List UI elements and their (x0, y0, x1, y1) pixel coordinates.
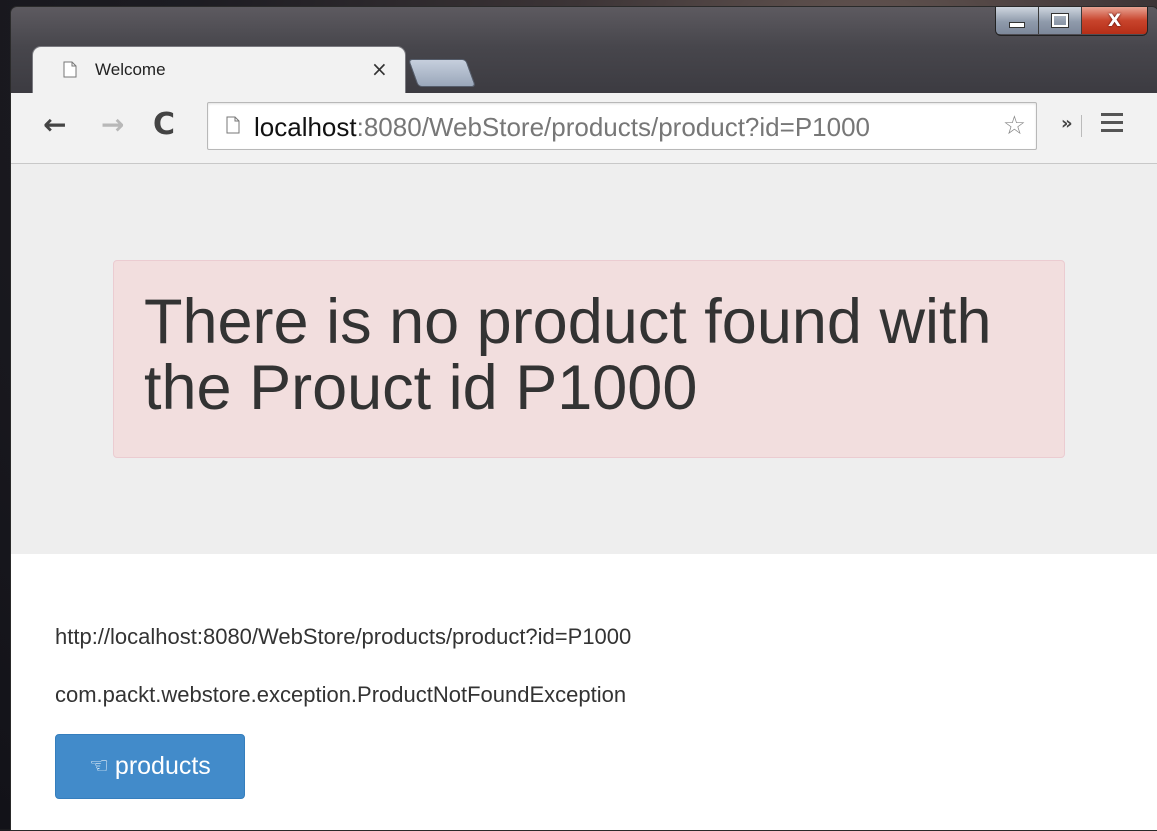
reload-icon[interactable]: C (153, 110, 175, 140)
url-path: :8080/WebStore/products/product?id=P1000 (356, 112, 870, 142)
close-icon: X (1107, 10, 1122, 31)
minimize-button[interactable] (996, 7, 1039, 34)
browser-toolbar: ← → C localhost:8080/WebStore/products/p… (11, 93, 1157, 164)
forward-arrow-icon[interactable]: → (101, 111, 124, 139)
alert-message: There is no product found with the Prouc… (144, 287, 992, 423)
hamburger-menu-icon[interactable] (1101, 113, 1123, 137)
tab-close-icon[interactable]: × (371, 57, 388, 81)
back-arrow-icon[interactable]: ← (43, 111, 66, 139)
window-controls: X (995, 7, 1148, 36)
address-bar[interactable]: localhost:8080/WebStore/products/product… (207, 102, 1037, 150)
toolbar-divider (1081, 115, 1082, 137)
new-tab-button[interactable] (407, 59, 477, 87)
extensions-overflow-icon[interactable]: » (1061, 113, 1073, 134)
maximize-button[interactable] (1039, 7, 1082, 34)
tab-welcome[interactable]: Welcome × (33, 47, 405, 93)
minimize-icon (1009, 21, 1025, 28)
page-info-icon (226, 116, 240, 134)
page-icon (63, 61, 77, 78)
exception-text: com.packt.webstore.exception.ProductNotF… (55, 682, 627, 707)
url-host: localhost (254, 112, 357, 142)
request-url-text: http://localhost:8080/WebStore/products/… (55, 624, 632, 649)
products-button-label: products (114, 752, 211, 780)
browser-window: X Welcome × ← → C localhost:8080/WebStor… (10, 6, 1157, 831)
page-viewport: There is no product found with the Prouc… (11, 164, 1157, 830)
bookmark-star-icon[interactable]: ☆ (1003, 111, 1026, 141)
error-alert: There is no product found with the Prouc… (113, 260, 1065, 458)
jumbotron: There is no product found with the Prouc… (11, 164, 1157, 554)
address-url[interactable]: localhost:8080/WebStore/products/product… (254, 112, 870, 143)
hand-pointing-left-icon: ☜ (89, 754, 109, 779)
tab-title: Welcome (95, 60, 166, 79)
maximize-icon (1051, 13, 1069, 28)
products-button[interactable]: ☜ products (55, 734, 245, 799)
close-window-button[interactable]: X (1082, 7, 1147, 34)
